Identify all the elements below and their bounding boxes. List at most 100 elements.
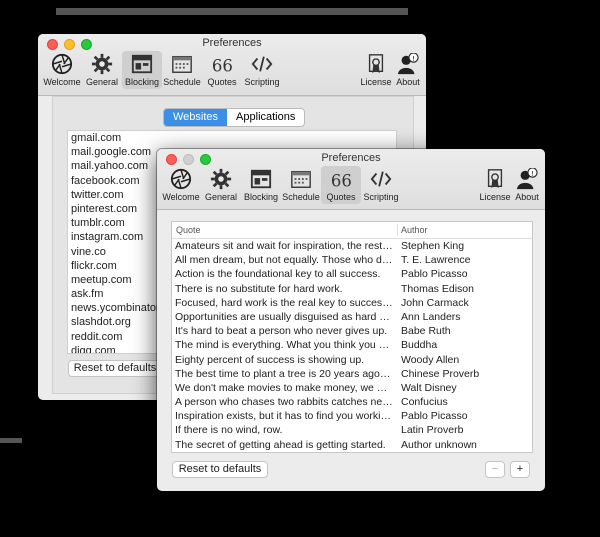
author-cell: Walt Disney <box>401 381 457 394</box>
gear-icon <box>210 168 232 190</box>
toolbar-scripting[interactable]: Scripting <box>240 51 284 89</box>
toolbar-label: Schedule <box>282 192 320 202</box>
author-cell: Confucius <box>401 396 448 409</box>
svg-text:!: ! <box>412 54 415 63</box>
front-preferences-window: Preferences Welcome General Blocking Sch… <box>157 149 545 491</box>
table-row[interactable]: We don't make movies to make money, we m… <box>172 381 532 395</box>
quotes-table[interactable]: Quote Author Amateurs sit and wait for i… <box>171 221 533 453</box>
author-cell: Stephen King <box>401 240 465 252</box>
toolbar-blocking[interactable]: Blocking <box>122 51 162 89</box>
window-title: Preferences <box>202 37 262 49</box>
author-cell: Buddha <box>401 339 438 352</box>
table-row[interactable]: The mind is everything. What you think y… <box>172 338 532 352</box>
websites-tab[interactable]: Websites <box>164 109 228 126</box>
table-row[interactable]: Eighty percent of success is showing up.… <box>172 353 532 367</box>
reset-to-defaults-button[interactable]: Reset to defaults <box>172 461 268 478</box>
toolbar-schedule[interactable]: Schedule <box>162 51 202 89</box>
list-item[interactable]: gmail.com <box>68 131 396 145</box>
quote-cell: If there is no wind, row. <box>175 424 283 437</box>
quote-cell: Amateurs sit and wait for inspiration, t… <box>175 240 393 252</box>
background-bar-top <box>56 8 408 15</box>
quote-cell: The secret of getting ahead is getting s… <box>175 438 386 451</box>
table-header: Quote Author <box>172 222 532 239</box>
svg-text:66: 66 <box>212 56 233 75</box>
toolbar-label: Scripting <box>244 77 280 87</box>
column-divider <box>397 224 398 236</box>
quote-cell: A person who chases two rabbits catches … <box>175 396 393 409</box>
author-column-header[interactable]: Author <box>401 225 428 235</box>
toolbar-scripting[interactable]: Scripting <box>359 166 403 204</box>
toolbar-general[interactable]: General <box>201 166 241 204</box>
quote-cell: Focused, hard work is the real key to su… <box>175 296 393 309</box>
author-cell: T. E. Lawrence <box>401 254 471 267</box>
quote-cell: Action is the foundational key to all su… <box>175 268 381 281</box>
back-titlebar: Preferences Welcome General Blocking Sch… <box>38 34 426 96</box>
toolbar-label: Welcome <box>162 192 200 202</box>
quote-cell: Opportunities are usually disguised as h… <box>175 310 393 323</box>
toolbar-label: Blocking <box>124 77 160 87</box>
window-title: Preferences <box>321 152 381 164</box>
author-cell: Thomas Edison <box>401 282 474 295</box>
toolbar-label: Welcome <box>43 77 81 87</box>
quote-icon: 66 <box>331 171 352 190</box>
author-cell: Chinese Proverb <box>401 367 480 380</box>
browser-window-icon <box>131 54 153 74</box>
toolbar-label: About <box>515 192 539 202</box>
table-row[interactable]: Action is the foundational key to all su… <box>172 267 532 281</box>
toolbar-welcome[interactable]: Welcome <box>42 51 82 89</box>
toolbar-general[interactable]: General <box>82 51 122 89</box>
toolbar-label: Scripting <box>363 192 399 202</box>
toolbar-label: Schedule <box>163 77 201 87</box>
table-row[interactable]: Amateurs sit and wait for inspiration, t… <box>172 239 532 253</box>
calendar-icon <box>291 170 311 188</box>
calendar-icon <box>172 55 192 73</box>
table-row[interactable]: A person who chases two rabbits catches … <box>172 395 532 409</box>
front-titlebar: Preferences Welcome General Blocking Sch… <box>157 149 545 210</box>
remove-quote-button[interactable]: − <box>485 461 505 478</box>
table-row[interactable]: If there is no wind, row. Latin Proverb <box>172 423 532 437</box>
svg-text:!: ! <box>531 169 534 178</box>
toolbar-about[interactable]: ! About <box>507 166 545 204</box>
person-info-icon: ! <box>516 168 538 190</box>
toolbar-about[interactable]: ! About <box>388 51 426 89</box>
quote-cell: It's hard to beat a person who never giv… <box>175 325 388 338</box>
svg-text:66: 66 <box>331 171 352 190</box>
aperture-icon <box>170 168 192 190</box>
author-cell: Pablo Picasso <box>401 410 468 423</box>
toolbar-label: About <box>396 77 420 87</box>
quote-cell: We don't make movies to make money, we m… <box>175 381 393 394</box>
author-cell: Babe Ruth <box>401 325 451 338</box>
browser-window-icon <box>250 169 272 189</box>
certificate-icon <box>487 169 503 189</box>
applications-tab[interactable]: Applications <box>227 109 304 126</box>
toolbar-schedule[interactable]: Schedule <box>281 166 321 204</box>
add-quote-button[interactable]: + <box>510 461 530 478</box>
table-row[interactable]: There is no substitute for hard work. Tho… <box>172 282 532 296</box>
toolbar-quotes[interactable]: 66 Quotes <box>321 166 361 204</box>
table-row[interactable]: The secret of getting ahead is getting s… <box>172 438 532 452</box>
toolbar-quotes[interactable]: 66 Quotes <box>202 51 242 89</box>
quote-cell: Inspiration exists, but it has to find y… <box>175 410 393 423</box>
websites-applications-toggle: Websites Applications <box>163 108 306 127</box>
author-cell: Woody Allen <box>401 353 460 366</box>
table-row[interactable]: Focused, hard work is the real key to su… <box>172 296 532 310</box>
aperture-icon <box>51 53 73 75</box>
reset-to-defaults-button[interactable]: Reset to defaults <box>68 360 162 377</box>
table-row[interactable]: The best time to plant a tree is 20 year… <box>172 367 532 381</box>
table-row[interactable]: All men dream, but not equally. Those wh… <box>172 253 532 267</box>
table-row[interactable]: Inspiration exists, but it has to find y… <box>172 409 532 423</box>
table-row[interactable]: Opportunities are usually disguised as h… <box>172 310 532 324</box>
toolbar-welcome[interactable]: Welcome <box>161 166 201 204</box>
quote-cell: The mind is everything. What you think y… <box>175 339 393 352</box>
toolbar-blocking[interactable]: Blocking <box>241 166 281 204</box>
toolbar-label: Blocking <box>243 192 279 202</box>
gear-icon <box>91 53 113 75</box>
table-row[interactable]: It's hard to beat a person who never giv… <box>172 324 532 338</box>
quote-column-header[interactable]: Quote <box>176 225 201 235</box>
toolbar-label: Quotes <box>207 77 237 87</box>
quote-cell: The best time to plant a tree is 20 year… <box>175 367 393 380</box>
background-bar-left <box>0 438 22 443</box>
certificate-icon <box>368 54 384 74</box>
author-cell: Ann Landers <box>401 310 461 323</box>
code-icon <box>251 56 273 72</box>
